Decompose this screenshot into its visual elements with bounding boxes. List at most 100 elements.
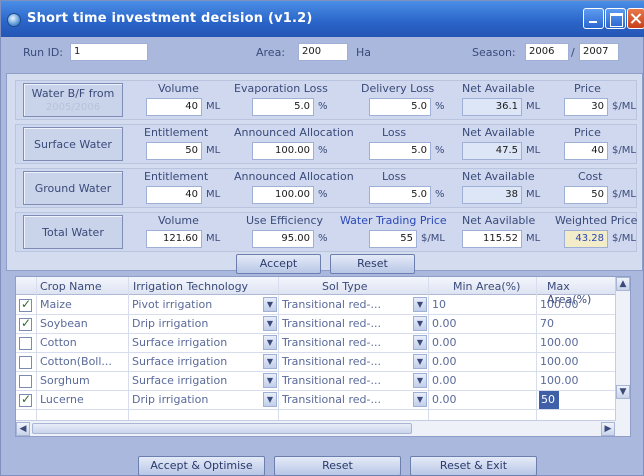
close-button[interactable] — [627, 8, 644, 29]
app-droplet-icon — [7, 13, 21, 27]
season-separator: / — [571, 46, 575, 59]
max-area-cell[interactable]: 100.00 — [537, 372, 615, 390]
max-area-cell[interactable]: 100.00 — [537, 353, 615, 371]
surface-water-title-box: Surface Water — [23, 127, 123, 161]
chevron-down-icon[interactable]: ▼ — [413, 354, 427, 369]
total-trading-price-field[interactable]: 55 — [369, 230, 417, 248]
horizontal-scroll-thumb[interactable] — [32, 423, 412, 434]
surface-price-field[interactable]: 40 — [564, 142, 608, 160]
chevron-down-icon[interactable]: ▼ — [413, 392, 427, 407]
surface-net-unit: ML — [526, 145, 541, 156]
horizontal-scrollbar[interactable]: ◀ ▶ — [16, 420, 616, 436]
chevron-down-icon[interactable]: ▼ — [263, 316, 277, 331]
min-area-cell[interactable]: 0.00 — [429, 391, 535, 409]
surface-allocation-field[interactable]: 100.00 — [252, 142, 314, 160]
run-id-label: Run ID: — [23, 46, 64, 59]
scroll-down-icon[interactable]: ▼ — [616, 385, 630, 399]
total-efficiency-field[interactable]: 95.00 — [252, 230, 314, 248]
accept-optimise-button[interactable]: Accept & Optimise — [138, 456, 265, 476]
chevron-down-icon[interactable]: ▼ — [263, 354, 277, 369]
surface-entitlement-field[interactable]: 50 — [146, 142, 202, 160]
irrigation-select[interactable]: Surface irrigation — [129, 353, 262, 371]
water-bf-evap-unit: % — [318, 101, 328, 112]
chevron-down-icon[interactable]: ▼ — [413, 297, 427, 312]
surface-entitlement-unit: ML — [206, 145, 221, 156]
chevron-down-icon[interactable]: ▼ — [263, 373, 277, 388]
soil-type-select[interactable]: Transitional red-... — [279, 296, 412, 314]
water-bf-subtitle: 2005/2006 — [45, 102, 101, 113]
total-trading-price-unit: $/ML — [421, 233, 445, 244]
season-end-field[interactable]: 2007 — [579, 43, 619, 61]
crop-checkbox[interactable] — [19, 337, 32, 350]
chevron-down-icon[interactable]: ▼ — [413, 335, 427, 350]
reset-button[interactable]: Reset — [330, 254, 415, 274]
reset-bottom-button[interactable]: Reset — [274, 456, 401, 476]
scroll-left-icon[interactable]: ◀ — [16, 422, 30, 436]
season-start-field[interactable]: 2006 — [525, 43, 569, 61]
total-water-title-box: Total Water — [23, 215, 123, 249]
max-area-cell[interactable]: 50 — [539, 391, 559, 409]
irrigation-select[interactable]: Surface irrigation — [129, 372, 262, 390]
irrigation-select[interactable]: Surface irrigation — [129, 334, 262, 352]
irrigation-select[interactable]: Drip irrigation — [129, 391, 262, 409]
min-area-cell[interactable]: 0.00 — [429, 353, 535, 371]
run-id-field[interactable]: 1 — [70, 43, 148, 61]
surface-loss-field[interactable]: 5.0 — [369, 142, 431, 160]
header-min-area: Min Area(%) — [453, 280, 521, 293]
area-field[interactable]: 200 — [298, 43, 348, 61]
max-area-cell[interactable]: 100.00 — [537, 334, 615, 352]
ground-loss-field[interactable]: 5.0 — [369, 186, 431, 204]
soil-type-select[interactable]: Transitional red-... — [279, 372, 412, 390]
irrigation-select[interactable]: Drip irrigation — [129, 315, 262, 333]
area-label: Area: — [256, 46, 286, 59]
total-volume-field: 121.60 — [146, 230, 202, 248]
water-bf-price-field[interactable]: 30 — [564, 98, 608, 116]
soil-type-select[interactable]: Transitional red-... — [279, 353, 412, 371]
chevron-down-icon[interactable]: ▼ — [263, 392, 277, 407]
vertical-scrollbar[interactable]: ▲ ▼ — [615, 277, 630, 436]
surface-water-row: Surface Water Entitlement Announced Allo… — [15, 124, 637, 164]
surface-price-unit: $/ML — [612, 145, 636, 156]
chevron-down-icon[interactable]: ▼ — [413, 373, 427, 388]
soil-type-select[interactable]: Transitional red-... — [279, 334, 412, 352]
water-bf-evap-field[interactable]: 5.0 — [252, 98, 314, 116]
title-bar[interactable]: Short time investment decision (v1.2) — [1, 1, 644, 37]
maximize-button[interactable] — [605, 8, 626, 29]
total-water-row: Total Water Volume Use Efficiency Water … — [15, 212, 637, 252]
scroll-up-icon[interactable]: ▲ — [616, 277, 630, 291]
total-weighted-price-unit: $/ML — [612, 233, 636, 244]
surface-loss-header: Loss — [382, 126, 407, 139]
min-area-cell[interactable]: 0.00 — [429, 334, 535, 352]
minimize-button[interactable] — [583, 8, 604, 29]
max-area-cell[interactable]: 100.00 — [537, 296, 615, 314]
crop-checkbox[interactable] — [19, 297, 32, 312]
scroll-right-icon[interactable]: ▶ — [601, 422, 615, 436]
chevron-down-icon[interactable]: ▼ — [263, 335, 277, 350]
crop-checkbox[interactable] — [19, 356, 32, 369]
water-bf-delivery-field[interactable]: 5.0 — [369, 98, 431, 116]
soil-type-select[interactable]: Transitional red-... — [279, 391, 412, 409]
accept-button[interactable]: Accept — [236, 254, 321, 274]
min-area-cell[interactable]: 0.00 — [429, 315, 535, 333]
crop-checkbox[interactable] — [19, 316, 32, 331]
ground-cost-field[interactable]: 50 — [564, 186, 608, 204]
ground-entitlement-field[interactable]: 40 — [146, 186, 202, 204]
chevron-down-icon[interactable]: ▼ — [413, 316, 427, 331]
total-trading-price-header: Water Trading Price — [340, 214, 447, 227]
water-bf-evap-header: Evaporation Loss — [234, 82, 328, 95]
water-bf-net-field: 36.1 — [462, 98, 522, 116]
soil-type-select[interactable]: Transitional red-... — [279, 315, 412, 333]
min-area-cell[interactable]: 10 — [429, 296, 535, 314]
ground-loss-unit: % — [435, 189, 445, 200]
ground-allocation-field[interactable]: 100.00 — [252, 186, 314, 204]
crop-checkbox[interactable] — [19, 375, 32, 388]
crop-checkbox[interactable] — [19, 392, 32, 407]
ground-entitlement-header: Entitlement — [144, 170, 209, 183]
crop-name-cell: Cotton — [40, 336, 77, 349]
chevron-down-icon[interactable]: ▼ — [263, 297, 277, 312]
water-bf-volume-field[interactable]: 40 — [146, 98, 202, 116]
min-area-cell[interactable]: 0.00 — [429, 372, 535, 390]
irrigation-select[interactable]: Pivot irrigation — [129, 296, 262, 314]
reset-exit-button[interactable]: Reset & Exit — [410, 456, 537, 476]
max-area-cell[interactable]: 70 — [537, 315, 615, 333]
